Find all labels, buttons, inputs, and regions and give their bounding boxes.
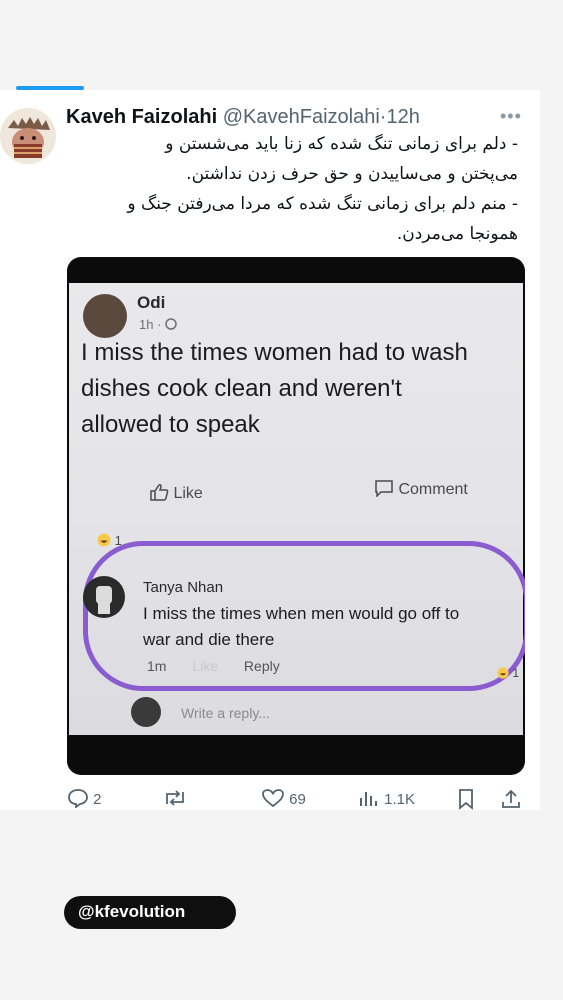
comment-reactions: 1 bbox=[497, 666, 519, 680]
tweet-actions-bar: 2 69 1.1K bbox=[0, 788, 540, 812]
tweet-text-line: همونجا می‌مردن. bbox=[396, 224, 518, 244]
watermark-tag: @kfevolution bbox=[64, 896, 236, 929]
retweet-action[interactable] bbox=[162, 788, 188, 808]
tweet-text-line: - منم دلم برای زمانی تنگ شده که مردا می‌… bbox=[127, 194, 518, 214]
share-icon bbox=[502, 789, 520, 808]
reply-count: 2 bbox=[93, 791, 102, 808]
comment-like-label: Like bbox=[192, 658, 219, 674]
commenter-name: Tanya Nhan bbox=[143, 579, 224, 596]
comment-reply-label: Reply bbox=[243, 658, 280, 674]
comment-text: I miss the times when men would go off t… bbox=[143, 601, 459, 653]
post-like-action: Like bbox=[149, 483, 203, 503]
analytics-bars-icon bbox=[360, 792, 377, 806]
comment-reaction-count: 1 bbox=[512, 666, 520, 680]
more-options-icon[interactable]: ••• bbox=[500, 106, 522, 127]
author-avatar-image bbox=[0, 108, 56, 164]
comment-text-line: I miss the times when men would go off t… bbox=[143, 604, 460, 623]
embedded-screenshot: Odi 1h · I miss the times women had to w… bbox=[69, 283, 525, 735]
post-text-line: dishes cook clean and weren't bbox=[81, 375, 402, 402]
bookmark-icon bbox=[459, 789, 473, 810]
like-count: 69 bbox=[289, 791, 306, 808]
comment-meta: 1m Like Reply bbox=[147, 658, 280, 674]
tweet-time[interactable]: 12h bbox=[386, 106, 419, 128]
tweet-card[interactable]: Kaveh Faizolahi @KavehFaizolahi·12h ••• … bbox=[0, 90, 540, 810]
tweet-media[interactable]: Odi 1h · I miss the times women had to w… bbox=[67, 257, 525, 775]
post-like-label: Like bbox=[173, 485, 203, 502]
post-comment-action: Comment bbox=[374, 479, 468, 499]
comment-time: 1m bbox=[147, 658, 167, 674]
share-action[interactable] bbox=[500, 788, 522, 814]
comment-text-line: war and die there bbox=[143, 630, 275, 649]
heart-icon bbox=[262, 789, 284, 808]
watermark-text: @kfevolution bbox=[78, 902, 186, 921]
reply-avatar bbox=[131, 697, 161, 727]
comment-bubble-icon bbox=[375, 480, 393, 498]
post-author-name: Odi bbox=[137, 293, 166, 312]
post-author-avatar bbox=[83, 294, 127, 338]
post-time: 1h · bbox=[139, 317, 177, 332]
author-line: Kaveh Faizolahi @KavehFaizolahi·12h bbox=[66, 106, 420, 129]
globe-icon bbox=[165, 318, 177, 330]
like-action[interactable]: 69 bbox=[261, 788, 306, 808]
author-handle[interactable]: @KavehFaizolahi bbox=[223, 106, 380, 128]
post-time-text: 1h · bbox=[139, 317, 162, 332]
view-count: 1.1K bbox=[384, 791, 416, 808]
thumbs-up-icon bbox=[150, 484, 169, 501]
author-avatar[interactable] bbox=[0, 108, 56, 164]
post-comment-label: Comment bbox=[398, 481, 468, 498]
reply-bubble-icon bbox=[68, 789, 88, 809]
raised-fist-icon bbox=[96, 586, 112, 614]
post-text: I miss the times women had to wash dishe… bbox=[81, 335, 521, 443]
retweet-icon bbox=[166, 790, 184, 806]
write-reply-placeholder: Write a reply... bbox=[181, 705, 270, 721]
bookmark-action[interactable] bbox=[456, 788, 476, 814]
tweet-text-line: - دلم برای زمانی تنگ شده که زنا باید می‌… bbox=[165, 134, 518, 154]
reply-action[interactable]: 2 bbox=[67, 788, 102, 809]
post-text-line: I miss the times women had to wash bbox=[81, 339, 468, 366]
tweet-text-line: می‌پختن و می‌ساییدن و حق حرف زدن نداشتن. bbox=[186, 164, 518, 184]
post-text-line: allowed to speak bbox=[81, 411, 260, 438]
laugh-emoji-icon bbox=[97, 533, 111, 547]
views-action[interactable]: 1.1K bbox=[358, 788, 415, 808]
author-name[interactable]: Kaveh Faizolahi bbox=[66, 106, 217, 128]
laugh-emoji-icon bbox=[497, 667, 509, 679]
commenter-avatar bbox=[83, 576, 125, 618]
